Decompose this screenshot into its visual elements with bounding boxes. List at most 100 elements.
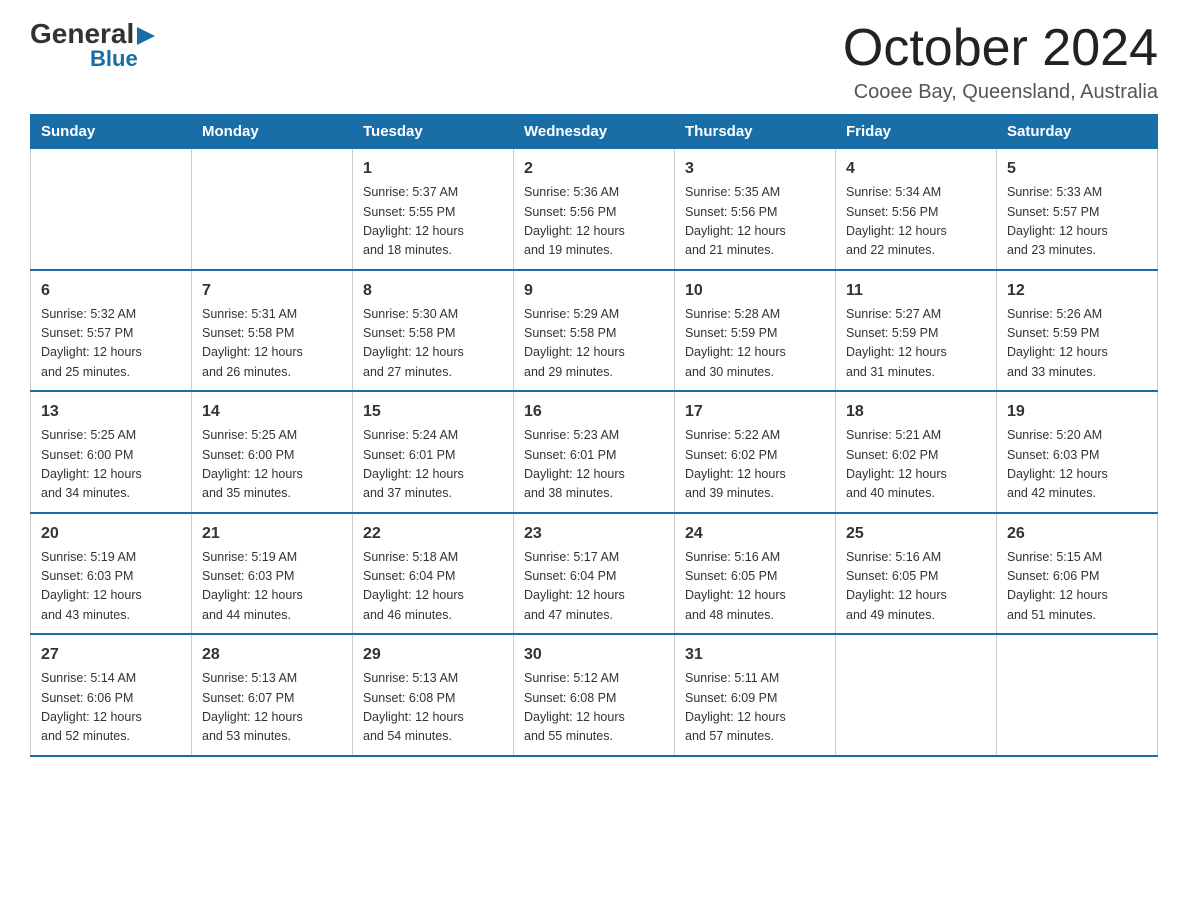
day-info: Sunrise: 5:25 AM Sunset: 6:00 PM Dayligh… [202, 426, 342, 504]
calendar-cell [31, 149, 192, 270]
calendar-cell: 30Sunrise: 5:12 AM Sunset: 6:08 PM Dayli… [514, 634, 675, 756]
calendar-cell: 9Sunrise: 5:29 AM Sunset: 5:58 PM Daylig… [514, 270, 675, 392]
weekday-header-saturday: Saturday [997, 115, 1158, 149]
day-number: 15 [363, 400, 503, 424]
weekday-header-sunday: Sunday [31, 115, 192, 149]
calendar-cell: 31Sunrise: 5:11 AM Sunset: 6:09 PM Dayli… [675, 634, 836, 756]
day-info: Sunrise: 5:20 AM Sunset: 6:03 PM Dayligh… [1007, 426, 1147, 504]
calendar-cell [192, 149, 353, 270]
day-number: 28 [202, 643, 342, 667]
calendar-week-row: 20Sunrise: 5:19 AM Sunset: 6:03 PM Dayli… [31, 513, 1158, 635]
calendar-cell: 8Sunrise: 5:30 AM Sunset: 5:58 PM Daylig… [353, 270, 514, 392]
day-number: 23 [524, 522, 664, 546]
day-number: 25 [846, 522, 986, 546]
calendar-cell: 6Sunrise: 5:32 AM Sunset: 5:57 PM Daylig… [31, 270, 192, 392]
weekday-header-monday: Monday [192, 115, 353, 149]
day-number: 24 [685, 522, 825, 546]
calendar-cell [997, 634, 1158, 756]
day-info: Sunrise: 5:37 AM Sunset: 5:55 PM Dayligh… [363, 183, 503, 261]
logo-general: General [30, 20, 134, 48]
day-info: Sunrise: 5:23 AM Sunset: 6:01 PM Dayligh… [524, 426, 664, 504]
calendar-week-row: 27Sunrise: 5:14 AM Sunset: 6:06 PM Dayli… [31, 634, 1158, 756]
day-number: 14 [202, 400, 342, 424]
calendar-cell: 5Sunrise: 5:33 AM Sunset: 5:57 PM Daylig… [997, 149, 1158, 270]
day-number: 29 [363, 643, 503, 667]
page-title: October 2024 [843, 20, 1158, 77]
day-number: 27 [41, 643, 181, 667]
day-info: Sunrise: 5:16 AM Sunset: 6:05 PM Dayligh… [846, 548, 986, 626]
day-number: 30 [524, 643, 664, 667]
day-info: Sunrise: 5:32 AM Sunset: 5:57 PM Dayligh… [41, 305, 181, 383]
weekday-header-row: SundayMondayTuesdayWednesdayThursdayFrid… [31, 115, 1158, 149]
day-info: Sunrise: 5:19 AM Sunset: 6:03 PM Dayligh… [41, 548, 181, 626]
day-number: 5 [1007, 157, 1147, 181]
day-number: 31 [685, 643, 825, 667]
day-info: Sunrise: 5:34 AM Sunset: 5:56 PM Dayligh… [846, 183, 986, 261]
day-number: 20 [41, 522, 181, 546]
day-info: Sunrise: 5:35 AM Sunset: 5:56 PM Dayligh… [685, 183, 825, 261]
calendar-cell: 10Sunrise: 5:28 AM Sunset: 5:59 PM Dayli… [675, 270, 836, 392]
day-number: 7 [202, 279, 342, 303]
day-info: Sunrise: 5:17 AM Sunset: 6:04 PM Dayligh… [524, 548, 664, 626]
calendar-cell: 12Sunrise: 5:26 AM Sunset: 5:59 PM Dayli… [997, 270, 1158, 392]
calendar-cell: 13Sunrise: 5:25 AM Sunset: 6:00 PM Dayli… [31, 391, 192, 513]
day-info: Sunrise: 5:14 AM Sunset: 6:06 PM Dayligh… [41, 669, 181, 747]
day-number: 8 [363, 279, 503, 303]
day-info: Sunrise: 5:28 AM Sunset: 5:59 PM Dayligh… [685, 305, 825, 383]
weekday-header-tuesday: Tuesday [353, 115, 514, 149]
day-info: Sunrise: 5:36 AM Sunset: 5:56 PM Dayligh… [524, 183, 664, 261]
day-info: Sunrise: 5:15 AM Sunset: 6:06 PM Dayligh… [1007, 548, 1147, 626]
calendar-cell: 14Sunrise: 5:25 AM Sunset: 6:00 PM Dayli… [192, 391, 353, 513]
day-number: 11 [846, 279, 986, 303]
day-info: Sunrise: 5:11 AM Sunset: 6:09 PM Dayligh… [685, 669, 825, 747]
calendar-cell: 15Sunrise: 5:24 AM Sunset: 6:01 PM Dayli… [353, 391, 514, 513]
day-number: 9 [524, 279, 664, 303]
day-number: 10 [685, 279, 825, 303]
day-number: 26 [1007, 522, 1147, 546]
calendar-cell: 7Sunrise: 5:31 AM Sunset: 5:58 PM Daylig… [192, 270, 353, 392]
day-number: 22 [363, 522, 503, 546]
calendar-cell: 26Sunrise: 5:15 AM Sunset: 6:06 PM Dayli… [997, 513, 1158, 635]
calendar-week-row: 6Sunrise: 5:32 AM Sunset: 5:57 PM Daylig… [31, 270, 1158, 392]
day-number: 1 [363, 157, 503, 181]
day-info: Sunrise: 5:30 AM Sunset: 5:58 PM Dayligh… [363, 305, 503, 383]
calendar-cell: 23Sunrise: 5:17 AM Sunset: 6:04 PM Dayli… [514, 513, 675, 635]
logo-triangle-icon [137, 27, 155, 45]
calendar-cell: 17Sunrise: 5:22 AM Sunset: 6:02 PM Dayli… [675, 391, 836, 513]
day-info: Sunrise: 5:18 AM Sunset: 6:04 PM Dayligh… [363, 548, 503, 626]
page-subtitle: Cooee Bay, Queensland, Australia [843, 81, 1158, 104]
calendar-cell: 4Sunrise: 5:34 AM Sunset: 5:56 PM Daylig… [836, 149, 997, 270]
calendar-cell [836, 634, 997, 756]
day-info: Sunrise: 5:12 AM Sunset: 6:08 PM Dayligh… [524, 669, 664, 747]
day-number: 4 [846, 157, 986, 181]
calendar-week-row: 1Sunrise: 5:37 AM Sunset: 5:55 PM Daylig… [31, 149, 1158, 270]
day-number: 3 [685, 157, 825, 181]
logo: General Blue [30, 20, 155, 70]
day-number: 12 [1007, 279, 1147, 303]
day-info: Sunrise: 5:22 AM Sunset: 6:02 PM Dayligh… [685, 426, 825, 504]
day-info: Sunrise: 5:29 AM Sunset: 5:58 PM Dayligh… [524, 305, 664, 383]
weekday-header-friday: Friday [836, 115, 997, 149]
day-info: Sunrise: 5:21 AM Sunset: 6:02 PM Dayligh… [846, 426, 986, 504]
calendar-header: SundayMondayTuesdayWednesdayThursdayFrid… [31, 115, 1158, 149]
weekday-header-thursday: Thursday [675, 115, 836, 149]
day-number: 16 [524, 400, 664, 424]
day-info: Sunrise: 5:24 AM Sunset: 6:01 PM Dayligh… [363, 426, 503, 504]
day-number: 2 [524, 157, 664, 181]
calendar-cell: 25Sunrise: 5:16 AM Sunset: 6:05 PM Dayli… [836, 513, 997, 635]
day-info: Sunrise: 5:13 AM Sunset: 6:08 PM Dayligh… [363, 669, 503, 747]
weekday-header-wednesday: Wednesday [514, 115, 675, 149]
day-info: Sunrise: 5:26 AM Sunset: 5:59 PM Dayligh… [1007, 305, 1147, 383]
calendar-cell: 20Sunrise: 5:19 AM Sunset: 6:03 PM Dayli… [31, 513, 192, 635]
day-info: Sunrise: 5:16 AM Sunset: 6:05 PM Dayligh… [685, 548, 825, 626]
day-number: 21 [202, 522, 342, 546]
day-info: Sunrise: 5:27 AM Sunset: 5:59 PM Dayligh… [846, 305, 986, 383]
day-number: 6 [41, 279, 181, 303]
calendar-table: SundayMondayTuesdayWednesdayThursdayFrid… [30, 114, 1158, 757]
day-info: Sunrise: 5:13 AM Sunset: 6:07 PM Dayligh… [202, 669, 342, 747]
calendar-body: 1Sunrise: 5:37 AM Sunset: 5:55 PM Daylig… [31, 149, 1158, 756]
title-block: October 2024 Cooee Bay, Queensland, Aust… [843, 20, 1158, 104]
day-number: 17 [685, 400, 825, 424]
calendar-cell: 22Sunrise: 5:18 AM Sunset: 6:04 PM Dayli… [353, 513, 514, 635]
day-number: 13 [41, 400, 181, 424]
